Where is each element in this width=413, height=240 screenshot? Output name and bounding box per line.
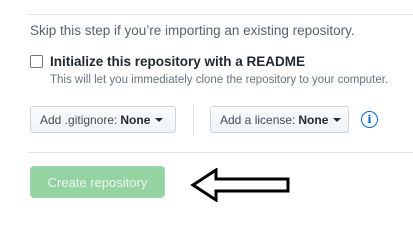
skip-hint: Skip this step if you’re importing an ex… xyxy=(30,23,355,38)
license-value: None xyxy=(298,112,329,127)
license-label: Add a license: xyxy=(220,112,296,127)
caret-down-icon xyxy=(333,118,342,122)
gitignore-select-button[interactable]: Add .gitignore: None xyxy=(30,106,176,133)
license-select-button[interactable]: Add a license: None xyxy=(210,106,349,133)
gitignore-value: None xyxy=(120,112,151,127)
gitignore-label: Add .gitignore: xyxy=(40,112,118,127)
info-icon[interactable]: i xyxy=(361,111,378,128)
caret-down-icon xyxy=(155,118,164,122)
create-repository-button[interactable]: Create repository xyxy=(30,166,165,198)
readme-option[interactable]: Initialize this repository with a README xyxy=(30,54,305,69)
divider-bottom xyxy=(28,152,413,153)
readme-note: This will let you immediately clone the … xyxy=(50,74,389,86)
divider-top xyxy=(28,14,413,15)
left-arrow-icon xyxy=(190,168,290,202)
readme-label[interactable]: Initialize this repository with a README xyxy=(50,54,305,69)
vertical-divider xyxy=(193,104,194,135)
readme-checkbox[interactable] xyxy=(30,55,43,68)
